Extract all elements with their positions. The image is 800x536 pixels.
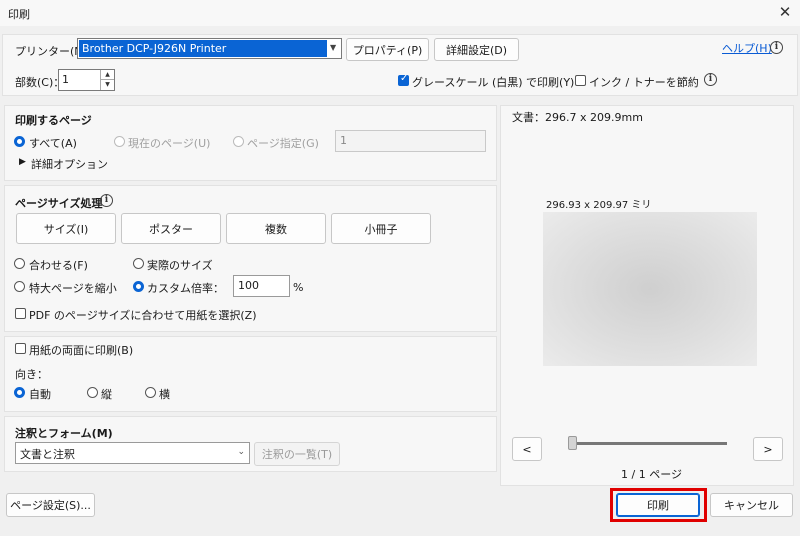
printer-dropdown[interactable]: ▼	[327, 38, 342, 59]
shrink-radio[interactable]	[14, 281, 25, 292]
orientation-portrait-radio[interactable]	[87, 387, 98, 398]
all-pages-radio[interactable]	[14, 136, 25, 147]
next-page-button[interactable]: >	[753, 437, 783, 461]
fit-radio[interactable]	[14, 258, 25, 269]
page-range-input[interactable]: 1	[335, 130, 486, 152]
page-range-label: ページ指定(G)	[247, 137, 319, 150]
chevron-down-icon: ▼	[330, 43, 337, 52]
page-slider-track[interactable]	[575, 442, 727, 445]
increment-icon[interactable]: ▲	[100, 70, 114, 80]
current-page-radio[interactable]	[114, 136, 125, 147]
page-setup-button[interactable]: ページ設定(S)...	[6, 493, 95, 517]
orientation-landscape-radio[interactable]	[145, 387, 156, 398]
cancel-button[interactable]: キャンセル	[710, 493, 793, 517]
expand-triangle-icon[interactable]: ▶	[19, 157, 26, 167]
multiple-button[interactable]: 複数	[226, 213, 326, 244]
save-ink-info-icon[interactable]: i	[704, 73, 717, 86]
orientation-label: 向き：	[15, 368, 48, 381]
highlight-box	[610, 488, 707, 522]
previous-page-button[interactable]: <	[512, 437, 542, 461]
custom-scale-input[interactable]: 100	[233, 275, 290, 297]
grayscale-label: グレースケール (白黒) で印刷(Y)	[412, 76, 575, 89]
grayscale-checkbox[interactable]	[398, 73, 409, 86]
print-range-title: 印刷するページ	[15, 114, 92, 127]
decrement-icon[interactable]: ▼	[100, 80, 114, 90]
chevron-down-icon: ⌄	[237, 447, 245, 457]
orientation-landscape-label: 横	[159, 388, 170, 401]
duplex-checkbox[interactable]	[15, 343, 26, 354]
more-options-link[interactable]: 詳細オプション	[31, 156, 108, 172]
orientation-auto-label: 自動	[29, 388, 51, 401]
title-bar	[0, 0, 800, 26]
window-title: 印刷	[8, 8, 30, 21]
printer-select-value: Brother DCP-J926N Printer	[79, 40, 328, 57]
booklet-button[interactable]: 小冊子	[331, 213, 431, 244]
comments-title: 注釈とフォーム(M)	[15, 427, 113, 440]
document-size: 文書：296.7 x 209.9mm	[512, 111, 643, 124]
help-info-icon[interactable]: i	[770, 41, 783, 54]
advanced-button[interactable]: 詳細設定(D)	[434, 38, 519, 61]
save-ink-label: インク / トナーを節約	[589, 76, 699, 89]
save-ink-checkbox[interactable]	[575, 75, 586, 86]
copies-value: 1	[62, 73, 69, 86]
orientation-portrait-label: 縦	[101, 388, 112, 401]
custom-scale-radio[interactable]	[133, 281, 144, 292]
help-link[interactable]: ヘルプ(H)	[722, 40, 772, 56]
page-sizing-title: ページサイズ処理	[15, 197, 103, 210]
size-button[interactable]: サイズ(I)	[16, 213, 116, 244]
copies-stepper[interactable]: 1 ▲ ▼	[58, 69, 115, 91]
actual-size-radio[interactable]	[133, 258, 144, 269]
close-icon[interactable]: ✕	[776, 3, 794, 21]
custom-scale-label: カスタム倍率：	[147, 282, 224, 295]
pdf-paper-checkbox[interactable]	[15, 308, 26, 319]
comments-select-value: 文書と注釈	[20, 448, 75, 461]
page-range-radio[interactable]	[233, 136, 244, 147]
orientation-auto-radio[interactable]	[14, 387, 25, 398]
page-slider-thumb[interactable]	[568, 436, 577, 450]
all-pages-label: すべて(A)	[29, 137, 77, 150]
actual-size-label: 実際のサイズ	[147, 259, 213, 272]
page-sizing-info-icon[interactable]: i	[100, 194, 113, 207]
properties-button[interactable]: プロパティ(P)	[346, 38, 429, 61]
poster-button[interactable]: ポスター	[121, 213, 221, 244]
duplex-label: 用紙の両面に印刷(B)	[29, 344, 134, 357]
pdf-paper-label: PDF のページサイズに合わせて用紙を選択(Z)	[29, 309, 257, 322]
printer-select[interactable]: Brother DCP-J926N Printer	[77, 38, 342, 59]
copies-label: 部数(C)：	[15, 76, 65, 89]
fit-label: 合わせる(F)	[29, 259, 88, 272]
page-preview	[543, 212, 757, 366]
comments-select[interactable]: 文書と注釈 ⌄	[15, 442, 250, 464]
current-page-label: 現在のページ(U)	[128, 137, 211, 150]
comments-summary-button[interactable]: 注釈の一覧(T)	[254, 442, 340, 466]
shrink-label: 特大ページを縮小	[29, 282, 117, 295]
page-size-label: 296.93 x 209.97 ミリ	[546, 200, 652, 211]
page-indicator: 1 / 1 ページ	[621, 468, 682, 481]
percent-label: %	[293, 281, 304, 294]
